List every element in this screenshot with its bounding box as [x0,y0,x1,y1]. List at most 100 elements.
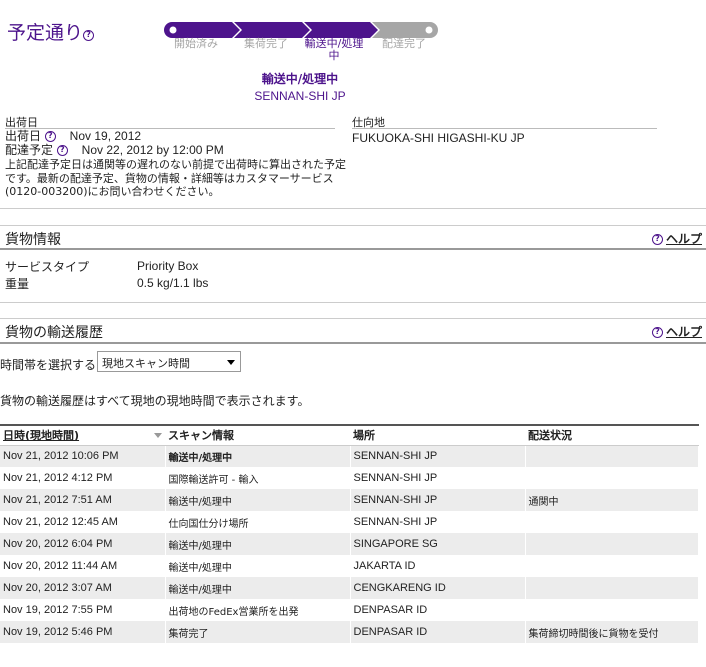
current-status-text: 輸送中/処理中 [261,72,339,86]
cell-datetime: Nov 19, 2012 7:55 PM [0,599,166,621]
cell-status [525,467,699,489]
cell-status: 集荷締切時間後に貨物を受付 [525,621,699,643]
status-title-text: 予定通り [7,22,84,44]
delivery-label: 配達予定 [5,142,54,157]
divider [0,318,706,319]
timezone-select[interactable]: 現地スキャン時間 [97,351,241,372]
cell-status [525,511,699,533]
divider [0,342,706,344]
history-help-link[interactable]: ? ヘルプ [651,323,702,340]
cell-location: SINGAPORE SG [350,533,526,555]
table-row: Nov 20, 2012 11:44 AM 輸送中/処理中 JAKARTA ID [0,555,699,577]
cell-scan: 輸送中/処理中 [165,533,351,555]
cell-scan: 輸送中/処理中 [165,577,351,599]
help-icon[interactable]: ? [56,144,68,156]
cell-scan: 仕向国仕分け場所 [165,511,351,533]
weight-value: 0.5 kg/1.1 lbs [137,276,209,290]
service-type-label: サービスタイプ [5,260,90,274]
history-note: 貨物の輸送履歴はすべて現地の現地時間で表示されます。 [0,394,310,408]
cell-datetime: Nov 19, 2012 5:46 PM [0,621,166,643]
service-type-value: Priority Box [137,259,199,273]
progress-segment-3 [304,22,378,38]
cell-status: 通関中 [525,489,699,511]
cell-datetime: Nov 21, 2012 12:45 AM [0,511,166,533]
cell-status [525,577,699,599]
cell-scan: 集荷完了 [165,621,351,643]
cell-scan: 出荷地のFedEx営業所を出発 [165,599,351,621]
origin-divider [5,128,335,129]
progress-start-dot [169,26,177,34]
help-icon: ? [651,327,663,338]
cell-status [525,445,699,467]
cell-location: SENNAN-SHI JP [350,467,526,489]
cell-location: SENNAN-SHI JP [350,445,526,467]
cell-scan: 輸送中/処理中 [165,555,351,577]
history-title: 貨物の輸送履歴 [5,325,103,341]
table-row: Nov 19, 2012 7:55 PM 出荷地のFedEx営業所を出発 DENPA… [0,599,699,621]
history-table-body: Nov 21, 2012 10:06 PM 輸送中/処理中 SENNAN-SHI J… [0,445,699,643]
step-label-in-transit: 輸送中/処理中 [304,37,364,62]
table-row: Nov 21, 2012 12:45 AM 仕向国仕分け場所 SENNAN-SHI … [0,511,699,533]
history-help-label: ヘルプ [665,325,702,339]
column-header-datetime[interactable]: 日時(現地時間) [0,424,165,446]
table-row: Nov 20, 2012 6:04 PM 輸送中/処理中 SINGAPORE SG [0,533,699,555]
shipment-info: 出荷日 ? Nov 19, 2012 配達予定 ? Nov 22, 2012 b… [5,129,355,199]
table-row: Nov 20, 2012 3:07 AM 輸送中/処理中 CENGKARENG ID [0,577,699,599]
table-row: Nov 21, 2012 10:06 PM 輸送中/処理中 SENNAN-SHI J… [0,445,699,467]
status-title: 予定通り? [7,18,95,45]
timezone-value: 現地スキャン時間 [102,357,190,370]
table-row: Nov 19, 2012 5:46 PM 集荷完了 DENPASAR ID 集荷締切時… [0,621,699,643]
table-header-row: 日時(現地時間) スキャン情報 場所 配送状況 [0,424,699,446]
cell-datetime: Nov 20, 2012 3:07 AM [0,577,166,599]
column-header-status[interactable]: 配送状況 [525,424,699,446]
chevron-down-icon [227,360,235,365]
cargo-info-title: 貨物情報 [5,232,61,248]
step-label-started: 開始済み [174,37,218,50]
delivery-date-row: 配達予定 ? Nov 22, 2012 by 12:00 PM [5,142,355,158]
ship-date-row: 出荷日 ? Nov 19, 2012 [5,129,355,144]
cell-scan: 輸送中/処理中 [165,445,351,467]
help-icon[interactable]: ? [83,30,95,41]
step-label-picked-up: 集荷完了 [244,37,288,50]
help-icon[interactable]: ? [44,131,56,142]
cell-status [525,555,699,577]
column-header-datetime-label: 日時(現地時間) [3,429,80,443]
table-row: Nov 21, 2012 4:12 PM 国際輸送許可 - 輸入 SENNAN-SH… [0,467,699,489]
cell-datetime: Nov 20, 2012 6:04 PM [0,533,166,555]
divider [0,302,706,303]
cell-datetime: Nov 21, 2012 10:06 PM [0,445,166,467]
destination-divider [352,128,657,129]
current-location: SENNAN-SHI JP [254,89,346,103]
delivery-date: Nov 22, 2012 by 12:00 PM [81,142,224,157]
cell-location: JAKARTA ID [350,555,526,577]
step-label-delivered: 配達完了 [382,37,426,50]
help-icon: ? [651,234,663,245]
cell-location: SENNAN-SHI JP [350,511,526,533]
cell-location: DENPASAR ID [350,599,526,621]
cell-status [525,599,699,621]
column-header-location[interactable]: 場所 [350,424,525,446]
cell-datetime: Nov 21, 2012 4:12 PM [0,467,166,489]
cell-datetime: Nov 21, 2012 7:51 AM [0,489,166,511]
column-header-scan[interactable]: スキャン情報 [165,424,350,446]
cargo-help-label: ヘルプ [665,232,702,246]
cell-scan: 輸送中/処理中 [165,489,351,511]
cell-status [525,533,699,555]
cell-scan: 国際輸送許可 - 輸入 [165,467,351,489]
progress-end-dot [425,26,433,34]
table-row: Nov 21, 2012 7:51 AM 輸送中/処理中 SENNAN-SHI JP… [0,489,699,511]
divider [0,225,706,226]
cell-location: CENGKARENG ID [350,577,526,599]
delivery-note: 上記配達予定日は通関等の遅れのない前提で出荷時に算出された予定です。最新の配達予… [5,158,346,198]
cargo-help-link[interactable]: ? ヘルプ [651,230,702,247]
ship-date: Nov 19, 2012 [69,129,142,143]
history-table: 日時(現地時間) スキャン情報 場所 配送状況 Nov 21, 2012 10:… [0,424,699,643]
divider [0,248,706,250]
cell-datetime: Nov 20, 2012 11:44 AM [0,555,166,577]
cell-location: DENPASAR ID [350,621,526,643]
current-status: 輸送中/処理中 SENNAN-SHI JP [200,70,400,103]
weight-label: 重量 [5,277,30,291]
progress-segment-2 [234,22,310,38]
destination-value: FUKUOKA-SHI HIGASHI-KU JP [352,131,525,145]
divider [0,208,706,209]
